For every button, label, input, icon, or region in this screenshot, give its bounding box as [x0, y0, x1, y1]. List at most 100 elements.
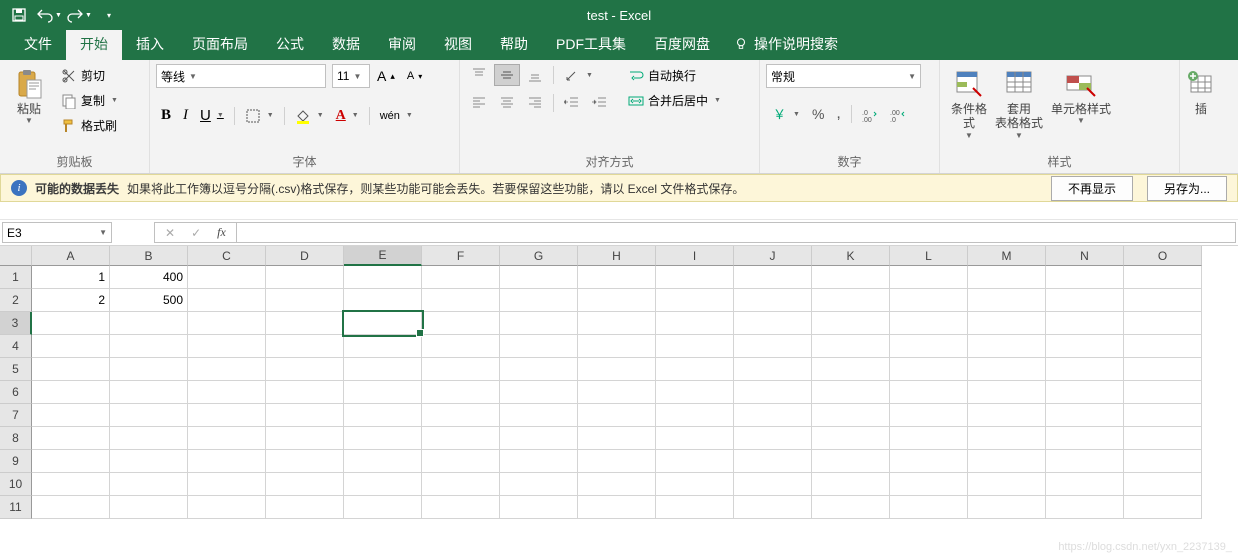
cell-A10[interactable] [32, 473, 110, 496]
cell-I8[interactable] [656, 427, 734, 450]
cell-E2[interactable] [344, 289, 422, 312]
cell-L3[interactable] [890, 312, 968, 335]
cell-H10[interactable] [578, 473, 656, 496]
outdent-button[interactable] [559, 92, 585, 114]
tab-review[interactable]: 审阅 [374, 28, 430, 60]
cell-N11[interactable] [1046, 496, 1124, 519]
cell-K10[interactable] [812, 473, 890, 496]
cell-A8[interactable] [32, 427, 110, 450]
cell-L4[interactable] [890, 335, 968, 358]
cell-H2[interactable] [578, 289, 656, 312]
cell-F3[interactable] [422, 312, 500, 335]
cell-I2[interactable] [656, 289, 734, 312]
col-header-G[interactable]: G [500, 246, 578, 266]
cell-B11[interactable] [110, 496, 188, 519]
cell-J2[interactable] [734, 289, 812, 312]
cell-F5[interactable] [422, 358, 500, 381]
col-header-O[interactable]: O [1124, 246, 1202, 266]
cell-M5[interactable] [968, 358, 1046, 381]
cell-C6[interactable] [188, 381, 266, 404]
cell-N1[interactable] [1046, 266, 1124, 289]
cell-J8[interactable] [734, 427, 812, 450]
col-header-A[interactable]: A [32, 246, 110, 266]
qat-customize-icon[interactable]: ▾ [96, 3, 122, 27]
cell-A2[interactable]: 2 [32, 289, 110, 312]
row-header[interactable]: 2 [0, 289, 32, 312]
cell-C10[interactable] [188, 473, 266, 496]
cell-G10[interactable] [500, 473, 578, 496]
cell-J11[interactable] [734, 496, 812, 519]
align-center-button[interactable] [494, 92, 520, 114]
cell-M10[interactable] [968, 473, 1046, 496]
cell-L10[interactable] [890, 473, 968, 496]
cell-J9[interactable] [734, 450, 812, 473]
row-header[interactable]: 9 [0, 450, 32, 473]
cell-A4[interactable] [32, 335, 110, 358]
cell-G11[interactable] [500, 496, 578, 519]
cell-D6[interactable] [266, 381, 344, 404]
save-as-button[interactable]: 另存为... [1147, 176, 1227, 201]
underline-button[interactable]: U▼ [195, 104, 229, 127]
cell-N2[interactable] [1046, 289, 1124, 312]
phonetic-button[interactable]: wén▼ [375, 107, 418, 125]
cell-L2[interactable] [890, 289, 968, 312]
fill-color-button[interactable]: ▼ [290, 105, 329, 127]
cell-G5[interactable] [500, 358, 578, 381]
row-header[interactable]: 5 [0, 358, 32, 381]
redo-icon[interactable]: ▼ [66, 3, 92, 27]
tab-baidu-drive[interactable]: 百度网盘 [640, 28, 724, 60]
cell-F10[interactable] [422, 473, 500, 496]
cell-K11[interactable] [812, 496, 890, 519]
align-top-button[interactable] [466, 64, 492, 86]
bold-button[interactable]: B [156, 104, 176, 127]
cell-C7[interactable] [188, 404, 266, 427]
cell-E4[interactable] [344, 335, 422, 358]
tab-file[interactable]: 文件 [10, 28, 66, 60]
cell-O8[interactable] [1124, 427, 1202, 450]
cell-C4[interactable] [188, 335, 266, 358]
row-header[interactable]: 7 [0, 404, 32, 427]
cell-K2[interactable] [812, 289, 890, 312]
cell-D1[interactable] [266, 266, 344, 289]
cell-C9[interactable] [188, 450, 266, 473]
col-header-C[interactable]: C [188, 246, 266, 266]
name-box[interactable]: E3 ▼ [2, 222, 112, 243]
tab-insert[interactable]: 插入 [122, 28, 178, 60]
cell-N3[interactable] [1046, 312, 1124, 335]
cell-E3[interactable] [344, 312, 422, 335]
cell-N9[interactable] [1046, 450, 1124, 473]
cell-F7[interactable] [422, 404, 500, 427]
cell-N6[interactable] [1046, 381, 1124, 404]
cell-N4[interactable] [1046, 335, 1124, 358]
increase-decimal-button[interactable]: .0.00 [857, 103, 883, 125]
cell-C5[interactable] [188, 358, 266, 381]
cell-H7[interactable] [578, 404, 656, 427]
cell-J1[interactable] [734, 266, 812, 289]
col-header-B[interactable]: B [110, 246, 188, 266]
cell-J5[interactable] [734, 358, 812, 381]
font-color-button[interactable]: A▼ [331, 105, 364, 127]
tell-me-search[interactable]: 操作说明搜索 [724, 28, 848, 60]
cell-B3[interactable] [110, 312, 188, 335]
col-header-N[interactable]: N [1046, 246, 1124, 266]
cell-I5[interactable] [656, 358, 734, 381]
wrap-text-button[interactable]: 自动换行 [623, 64, 726, 87]
italic-button[interactable]: I [178, 104, 193, 127]
cell-F9[interactable] [422, 450, 500, 473]
cell-L7[interactable] [890, 404, 968, 427]
cell-H9[interactable] [578, 450, 656, 473]
tab-page-layout[interactable]: 页面布局 [178, 28, 262, 60]
cell-H1[interactable] [578, 266, 656, 289]
cell-L9[interactable] [890, 450, 968, 473]
row-header[interactable]: 3 [0, 312, 32, 335]
col-header-F[interactable]: F [422, 246, 500, 266]
cell-C3[interactable] [188, 312, 266, 335]
cell-G9[interactable] [500, 450, 578, 473]
cell-O7[interactable] [1124, 404, 1202, 427]
tab-home[interactable]: 开始 [66, 28, 122, 60]
cell-C1[interactable] [188, 266, 266, 289]
conditional-format-button[interactable]: 条件格式▼ [946, 64, 992, 144]
cell-M1[interactable] [968, 266, 1046, 289]
row-header[interactable]: 4 [0, 335, 32, 358]
tab-formulas[interactable]: 公式 [262, 28, 318, 60]
